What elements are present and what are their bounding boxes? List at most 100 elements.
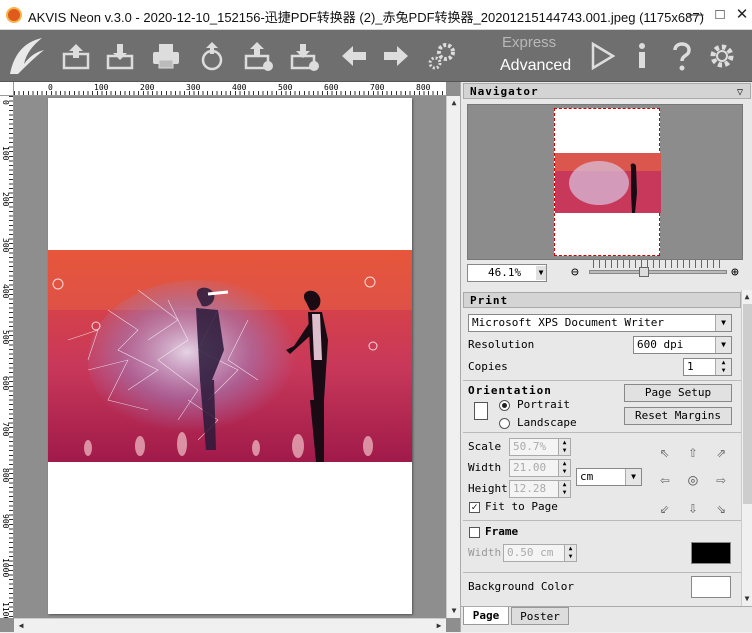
reset-margins-button[interactable]: Reset Margins xyxy=(624,407,732,425)
arrow-up-icon[interactable]: ⇧ xyxy=(681,440,705,464)
navigator-preview[interactable] xyxy=(467,104,743,260)
stepper-arrows-icon[interactable]: ▲ ▼ xyxy=(558,460,570,476)
ruler-top-tick: 200 xyxy=(140,83,155,92)
ruler-top-tick: 500 xyxy=(278,83,293,92)
ruler-left-tick: 800 xyxy=(1,468,10,483)
ruler-left-tick: 0 xyxy=(1,100,10,105)
page-setup-button[interactable]: Page Setup xyxy=(624,384,732,402)
print-mode-tabs: Page Poster xyxy=(461,606,752,632)
portrait-radio[interactable] xyxy=(499,400,510,411)
print-page xyxy=(48,98,412,614)
frame-checkbox[interactable] xyxy=(469,527,480,538)
chevron-down-icon[interactable]: ▼ xyxy=(625,469,641,485)
ruler-left: 0 100 200 300 400 500 600 700 800 900 10… xyxy=(0,96,14,618)
chevron-down-icon[interactable]: ▽ xyxy=(737,85,744,101)
width-value: 21.00 xyxy=(513,461,547,474)
center-icon[interactable]: ◎ xyxy=(681,468,705,492)
printer-select[interactable]: Microsoft XPS Document Writer ▼ xyxy=(468,314,732,332)
tab-poster[interactable]: Poster xyxy=(511,607,569,625)
arrow-left-icon[interactable]: ⇦ xyxy=(653,468,677,492)
width-label: Width xyxy=(468,461,502,474)
arrow-up-left-icon[interactable]: ⇖ xyxy=(653,440,677,464)
play-icon[interactable] xyxy=(584,38,620,74)
stepper-arrows-icon[interactable]: ▲ ▼ xyxy=(558,439,570,455)
scale-input[interactable]: 50.7% ▲ ▼ xyxy=(509,438,571,456)
navigator-header[interactable]: Navigator ▽ xyxy=(463,83,751,99)
settings-panel: Navigator ▽ 46.1% ▼ ⊖ ⊕ Print Microsoft … xyxy=(460,82,752,632)
neon-image-preview xyxy=(48,250,412,462)
zoom-in-icon[interactable]: ⊕ xyxy=(731,265,739,280)
info-icon[interactable] xyxy=(624,38,660,74)
scroll-right-arrow-icon[interactable]: ▶ xyxy=(432,619,446,633)
scroll-up-arrow-icon[interactable]: ▲ xyxy=(741,290,752,304)
background-color-swatch[interactable] xyxy=(691,576,731,598)
batch-icon[interactable] xyxy=(240,38,276,74)
scroll-left-arrow-icon[interactable]: ◀ xyxy=(14,619,28,633)
scroll-down-arrow-icon[interactable]: ▼ xyxy=(447,604,461,618)
arrow-down-icon[interactable]: ⇩ xyxy=(681,496,705,520)
chevron-down-icon[interactable]: ▼ xyxy=(715,337,731,353)
arrow-up-right-icon[interactable]: ⇗ xyxy=(709,440,733,464)
ruler-top-tick: 300 xyxy=(186,83,201,92)
arrow-down-right-icon[interactable]: ⇘ xyxy=(709,496,733,520)
fit-to-page-checkbox[interactable]: ✓ xyxy=(469,502,480,513)
ruler-left-tick: 100 xyxy=(1,146,10,161)
scrollbar-thumb[interactable] xyxy=(743,304,752,504)
frame-width-value: 0.50 cm xyxy=(507,546,554,559)
main-toolbar: Express Advanced xyxy=(0,30,752,82)
mode-express-button[interactable]: Express xyxy=(502,34,556,51)
height-input[interactable]: 12.28 ▲ ▼ xyxy=(509,480,571,498)
gear-icon[interactable] xyxy=(704,38,740,74)
chevron-down-icon[interactable]: ▼ xyxy=(715,315,731,331)
zoom-slider-thumb[interactable] xyxy=(639,267,649,277)
print-icon[interactable] xyxy=(148,38,184,74)
close-button[interactable]: ✕ xyxy=(730,0,752,30)
stepper-arrows-icon[interactable]: ▲ ▼ xyxy=(564,545,576,561)
redo-icon[interactable] xyxy=(378,38,414,74)
landscape-radio[interactable] xyxy=(499,418,510,429)
zoom-level-select[interactable]: 46.1% ▼ xyxy=(467,264,547,282)
resolution-select[interactable]: 600 dpi ▼ xyxy=(633,336,732,354)
scroll-down-arrow-icon[interactable]: ▼ xyxy=(741,592,752,606)
arrow-right-icon[interactable]: ⇨ xyxy=(709,468,733,492)
minimize-button[interactable]: — xyxy=(684,0,708,30)
undo-icon[interactable] xyxy=(336,38,372,74)
resolution-value: 600 dpi xyxy=(637,338,684,351)
frame-width-input[interactable]: 0.50 cm ▲ ▼ xyxy=(503,544,577,562)
scroll-up-arrow-icon[interactable]: ▲ xyxy=(447,96,461,110)
page-orientation-icon xyxy=(474,402,488,420)
copies-value: 1 xyxy=(687,360,694,373)
canvas-horizontal-scrollbar[interactable]: ◀ ▶ xyxy=(14,618,446,632)
frame-width-label: Width xyxy=(468,546,502,559)
window-title: AKVIS Neon v.3.0 - 2020-12-10_152156-迅捷P… xyxy=(28,10,704,25)
copies-stepper[interactable]: 1 ▲ ▼ xyxy=(683,358,732,376)
ruler-left-tick: 900 xyxy=(1,514,10,529)
height-label: Height xyxy=(468,482,508,495)
open-image-icon[interactable] xyxy=(58,38,94,74)
plugin-icon[interactable] xyxy=(286,38,322,74)
frame-color-swatch[interactable] xyxy=(691,542,731,564)
stepper-arrows-icon[interactable]: ▲ ▼ xyxy=(558,481,570,497)
zoom-slider[interactable] xyxy=(589,270,727,274)
navigator-image-thumbnail xyxy=(555,153,661,213)
tab-page[interactable]: Page xyxy=(463,607,509,625)
printer-value: Microsoft XPS Document Writer xyxy=(472,316,665,329)
settings-scrollbar[interactable]: ▲ ▼ xyxy=(741,290,752,606)
navigator-page xyxy=(554,108,661,256)
maximize-button[interactable]: □ xyxy=(708,0,732,30)
chevron-down-icon[interactable]: ▼ xyxy=(536,266,546,280)
canvas-vertical-scrollbar[interactable]: ▲ ▼ xyxy=(446,96,460,618)
ruler-top-tick: 700 xyxy=(370,83,385,92)
unit-select[interactable]: cm ▼ xyxy=(576,468,642,486)
zoom-out-icon[interactable]: ⊖ xyxy=(571,265,579,280)
frame-label: Frame xyxy=(485,525,519,538)
mode-advanced-button[interactable]: Advanced xyxy=(500,57,571,75)
stepper-arrows-icon[interactable]: ▲ ▼ xyxy=(715,359,731,375)
share-icon[interactable] xyxy=(194,38,230,74)
help-icon[interactable] xyxy=(664,38,700,74)
save-image-icon[interactable] xyxy=(102,38,138,74)
arrow-down-left-icon[interactable]: ⇙ xyxy=(653,496,677,520)
settings-gears-icon[interactable] xyxy=(424,38,460,74)
orientation-label: Orientation xyxy=(468,384,552,397)
width-input[interactable]: 21.00 ▲ ▼ xyxy=(509,459,571,477)
